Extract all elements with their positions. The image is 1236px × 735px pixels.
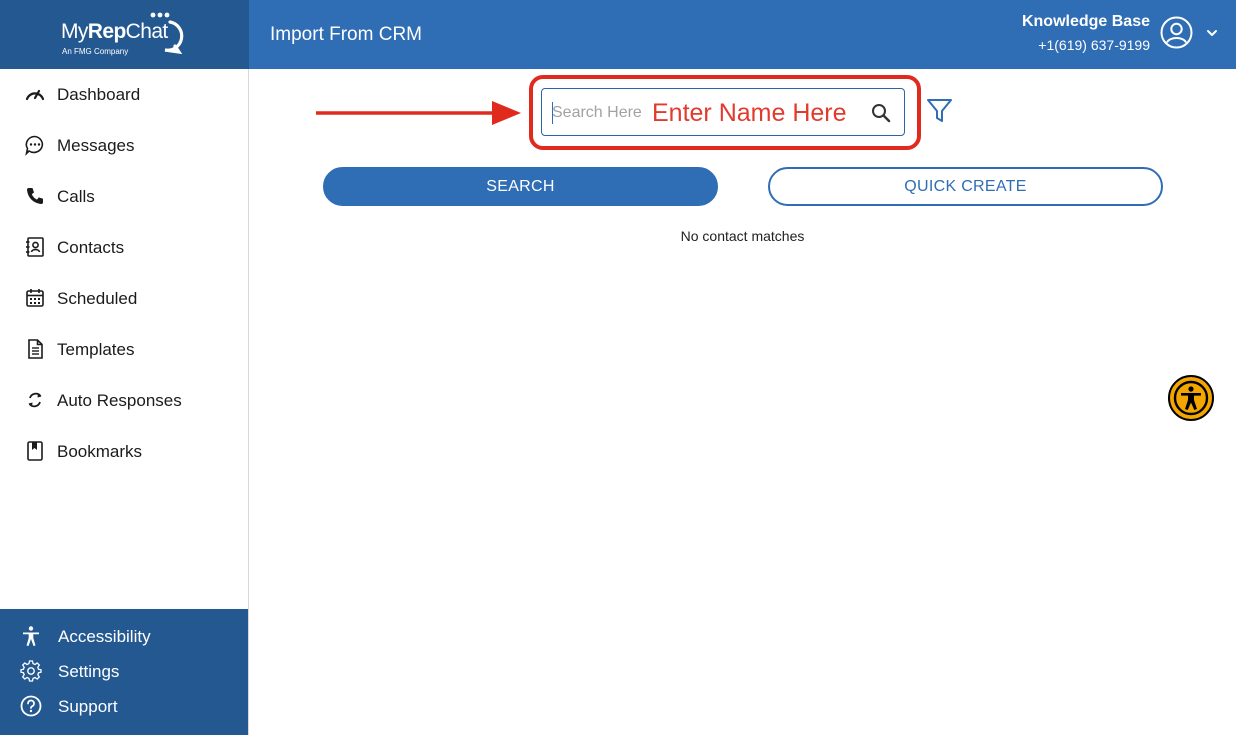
sidebar-item-label: Settings [58,662,120,681]
chevron-down-icon[interactable] [1206,27,1218,39]
help-circle-icon [20,695,42,717]
phone-icon [24,185,46,207]
sidebar-item-label: Scheduled [57,289,138,308]
search-field[interactable]: Enter Name Here [541,88,905,136]
sidebar-item-label: Accessibility [58,627,151,646]
sidebar-item-auto-responses[interactable]: Auto Responses [0,375,248,426]
document-icon [24,338,46,360]
accessibility-person-icon [1173,380,1209,416]
sidebar-item-dashboard[interactable]: Dashboard [0,69,248,120]
sidebar-item-calls[interactable]: Calls [0,171,248,222]
sidebar-item-label: Support [58,697,118,716]
speedometer-icon [24,83,46,105]
user-avatar-icon[interactable] [1160,16,1193,49]
empty-results-message: No contact matches [680,228,805,244]
account-info[interactable]: Knowledge Base +1(619) 637-9199 [1022,12,1150,54]
accessibility-icon [20,625,42,647]
sidebar-footer: Accessibility Settings Support [0,609,248,735]
brand-tagline: An FMG Company [62,47,129,56]
sidebar-item-label: Dashboard [57,85,141,104]
annotation-arrow [316,101,521,125]
chat-bubble-icon [24,134,46,156]
gear-icon [20,660,42,682]
sidebar-item-label: Bookmarks [57,442,143,461]
bookmark-icon [24,440,46,462]
sidebar-item-accessibility[interactable]: Accessibility [0,619,248,654]
main-content: Enter Name Here SEARCH QUICK CREATE No c… [249,69,1236,735]
contact-card-icon [24,236,46,258]
calendar-icon [24,287,46,309]
sidebar-item-contacts[interactable]: Contacts [0,222,248,273]
search-icon[interactable] [870,102,892,124]
account-name: Knowledge Base [1021,13,1150,30]
sidebar-item-scheduled[interactable]: Scheduled [0,273,248,324]
app-window: MyRepChat An FMG Company Dashboard Messa… [0,0,1236,735]
search-button[interactable]: SEARCH [323,167,718,206]
sidebar: MyRepChat An FMG Company Dashboard Messa… [0,0,249,735]
top-header: Import From CRM Knowledge Base +1(619) 6… [249,0,1236,69]
page-title: Import From CRM [270,24,422,45]
account-phone: +1(619) 637-9199 [1038,37,1150,53]
sidebar-item-label: Calls [57,187,95,206]
text-cursor [552,102,553,124]
filter-icon[interactable] [926,97,953,125]
brand-logo[interactable]: MyRepChat An FMG Company [61,12,191,58]
sidebar-item-label: Contacts [57,238,125,257]
sidebar-item-settings[interactable]: Settings [0,654,248,689]
accessibility-widget-button[interactable] [1168,375,1214,421]
quick-create-button[interactable]: QUICK CREATE [768,167,1163,206]
logo-chat-arc-icon [150,12,184,55]
sidebar-item-label: Messages [57,136,135,155]
sidebar-item-templates[interactable]: Templates [0,324,248,375]
sidebar-item-label: Auto Responses [57,391,182,410]
logo-bar: MyRepChat An FMG Company [0,0,249,69]
sidebar-item-messages[interactable]: Messages [0,120,248,171]
sidebar-item-bookmarks[interactable]: Bookmarks [0,426,248,477]
refresh-icon [24,389,46,411]
search-input[interactable] [552,101,852,125]
sidebar-item-support[interactable]: Support [0,689,248,724]
sidebar-item-label: Templates [57,340,135,359]
